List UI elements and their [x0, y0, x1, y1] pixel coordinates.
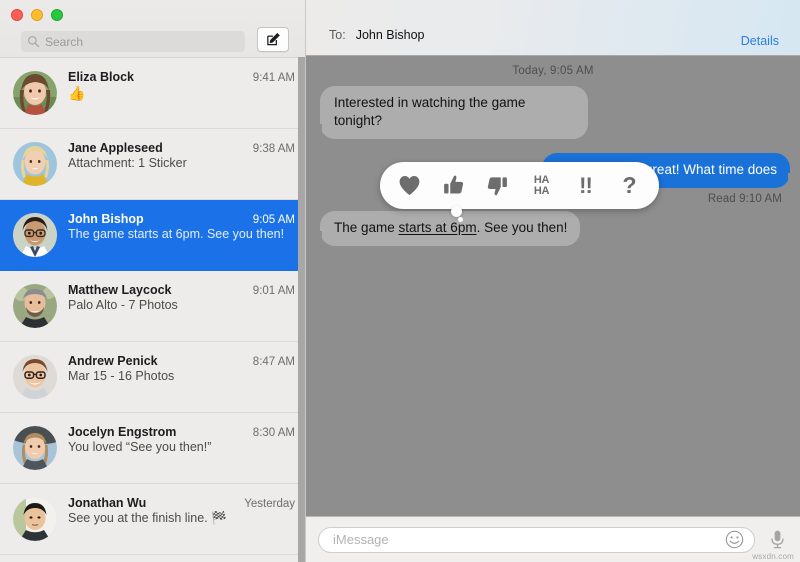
traffic-lights: [11, 9, 63, 21]
haha-tapback-label: HAHA: [534, 175, 549, 196]
thread-timestamp: Today, 9:05 AM: [306, 65, 800, 77]
conversation-time: 8:30 AM: [253, 427, 295, 439]
exclamation-tapback-label: !!: [579, 175, 592, 197]
avatar: [13, 71, 57, 115]
message-row-incoming: The game starts at 6pm. See you then!: [306, 211, 800, 246]
exclamation-tapback-icon[interactable]: !!: [572, 172, 599, 199]
watermark: wsxdn.com: [752, 552, 794, 561]
tapback-tail-large: [451, 206, 462, 217]
list-item-body: Jane Appleseed 9:38 AM Attachment: 1 Sti…: [68, 140, 295, 171]
message-bubble-incoming[interactable]: Interested in watching the game tonight?: [320, 86, 588, 139]
conversation-name: John Bishop: [68, 212, 245, 226]
conversation-time: 9:01 AM: [253, 285, 295, 297]
avatar: [13, 284, 57, 328]
avatar: [13, 497, 57, 541]
message-bubble-incoming[interactable]: The game starts at 6pm. See you then!: [320, 211, 580, 246]
avatar: [13, 355, 57, 399]
maximize-window-button[interactable]: [51, 9, 63, 21]
compose-icon: [266, 32, 281, 47]
conversation-name: Andrew Penick: [68, 354, 245, 368]
search-icon: [27, 35, 40, 48]
thumbs-down-tapback-icon[interactable]: [484, 172, 511, 199]
conversation-name: Matthew Laycock: [68, 283, 245, 297]
conversation-time: 9:38 AM: [253, 143, 295, 155]
to-label: To:: [329, 28, 346, 42]
list-item-body: John Bishop 9:05 AM The game starts at 6…: [68, 211, 295, 242]
list-item[interactable]: Jane Appleseed 9:38 AM Attachment: 1 Sti…: [0, 129, 305, 200]
conversation-time: 9:05 AM: [253, 214, 295, 226]
message-text-after: . See you then!: [477, 220, 568, 235]
conversation-time: 9:41 AM: [253, 72, 295, 84]
emoji-icon[interactable]: [725, 530, 744, 549]
question-tapback-label: ?: [622, 174, 636, 197]
message-pane: To: John Bishop Details Today, 9:05 AM I…: [306, 0, 800, 562]
message-text-before: The game: [334, 220, 399, 235]
list-item[interactable]: Jocelyn Engstrom 8:30 AM You loved “See …: [0, 413, 305, 484]
tapback-menu[interactable]: HAHA !! ?: [380, 162, 659, 209]
list-item-body: Matthew Laycock 9:01 AM Palo Alto - 7 Ph…: [68, 282, 295, 313]
haha-tapback-icon[interactable]: HAHA: [528, 172, 555, 199]
list-item-body: Jocelyn Engstrom 8:30 AM You loved “See …: [68, 424, 295, 455]
conversation-time: Yesterday: [244, 498, 295, 510]
conversation-name: Jonathan Wu: [68, 496, 236, 510]
search-field[interactable]: [21, 31, 245, 52]
thumbs-up-tapback-icon[interactable]: [440, 172, 467, 199]
details-button[interactable]: Details: [741, 34, 779, 48]
heart-tapback-icon[interactable]: [396, 172, 423, 199]
conversation-snippet: Mar 15 - 16 Photos: [68, 369, 295, 384]
tapback-tail-small: [458, 217, 463, 222]
minimize-window-button[interactable]: [31, 9, 43, 21]
window-titlebar: [0, 0, 305, 57]
avatar: [13, 142, 57, 186]
list-item-selected[interactable]: John Bishop 9:05 AM The game starts at 6…: [0, 200, 305, 271]
conversation-header: To: John Bishop Details: [306, 0, 800, 56]
question-tapback-icon[interactable]: ?: [616, 172, 643, 199]
imessage-input-field[interactable]: [318, 527, 755, 553]
list-item-body: Jonathan Wu Yesterday See you at the fin…: [68, 495, 295, 526]
conversation-list[interactable]: Eliza Block 9:41 AM 👍: [0, 57, 305, 562]
conversation-name: Jane Appleseed: [68, 141, 245, 155]
conversation-name: Jocelyn Engstrom: [68, 425, 245, 439]
list-item[interactable]: Andrew Penick 8:47 AM Mar 15 - 16 Photos: [0, 342, 305, 413]
list-item-body: Andrew Penick 8:47 AM Mar 15 - 16 Photos: [68, 353, 295, 384]
recipient-name[interactable]: John Bishop: [356, 28, 425, 42]
list-item[interactable]: Eliza Block 9:41 AM 👍: [0, 58, 305, 129]
message-row-incoming: Interested in watching the game tonight?: [306, 86, 800, 139]
list-item[interactable]: Matthew Laycock 9:01 AM Palo Alto - 7 Ph…: [0, 271, 305, 342]
conversation-snippet: The game starts at 6pm. See you then!: [68, 227, 295, 242]
microphone-icon[interactable]: [766, 527, 788, 553]
conversation-name: Eliza Block: [68, 70, 245, 84]
conversation-snippet: Palo Alto - 7 Photos: [68, 298, 295, 313]
sidebar-scroll-gutter[interactable]: [298, 57, 305, 562]
conversation-snippet: You loved “See you then!”: [68, 440, 295, 455]
conversation-snippet: 👍: [68, 85, 295, 101]
message-composer: wsxdn.com: [306, 516, 800, 562]
compose-new-message-button[interactable]: [257, 27, 289, 52]
conversations-sidebar: Eliza Block 9:41 AM 👍: [0, 0, 306, 562]
conversation-snippet: Attachment: 1 Sticker: [68, 156, 295, 171]
message-data-detector-link[interactable]: starts at 6pm: [399, 220, 477, 235]
search-input[interactable]: [45, 33, 235, 51]
avatar: [13, 213, 57, 257]
list-item-body: Eliza Block 9:41 AM 👍: [68, 69, 295, 101]
imessage-input[interactable]: [333, 529, 725, 551]
avatar: [13, 426, 57, 470]
conversation-snippet: See you at the finish line. 🏁: [68, 511, 295, 526]
messages-window: Eliza Block 9:41 AM 👍: [0, 0, 800, 562]
message-thread[interactable]: Today, 9:05 AM Interested in watching th…: [306, 56, 800, 516]
close-window-button[interactable]: [11, 9, 23, 21]
conversation-time: 8:47 AM: [253, 356, 295, 368]
list-item[interactable]: Jonathan Wu Yesterday See you at the fin…: [0, 484, 305, 555]
